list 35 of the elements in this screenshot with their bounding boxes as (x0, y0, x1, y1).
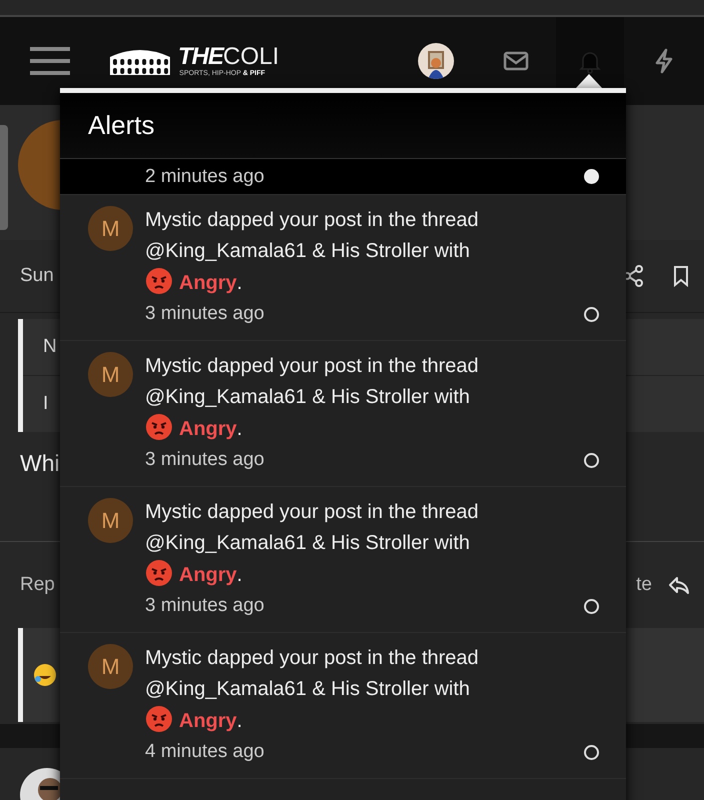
alert-message[interactable]: Mystic dapped your post in the thread @King_Kamala61 & His Stroller with Angry. (145, 497, 490, 591)
action-link[interactable]: te (636, 574, 652, 596)
logo-word[interactable]: COLI (223, 44, 280, 70)
alert-time: 3 minutes ago (145, 302, 264, 326)
user-avatar[interactable]: M (88, 206, 133, 251)
menu-icon[interactable] (30, 45, 70, 77)
alerts-title: Alerts (88, 110, 154, 141)
quote-text: I (43, 393, 48, 415)
alert-message[interactable]: Mystic dapped your post in the thread @King_Kamala61 & His Stroller with Angry. (145, 351, 490, 445)
laughing-face-icon (33, 663, 57, 687)
user-avatar[interactable]: M (88, 644, 133, 689)
alert-time: 2 minutes ago (145, 164, 264, 188)
alert-time: 3 minutes ago (145, 448, 264, 472)
angry-face-icon (145, 705, 173, 733)
read-status-dot[interactable] (584, 452, 599, 468)
logo-word[interactable]: THE (178, 44, 223, 70)
alert-message[interactable]: Mystic dapped your post in the thread @King_Kamala61 & His Stroller with Angry. (145, 643, 490, 737)
scrollbar[interactable] (0, 125, 8, 230)
post-text: Whi (20, 450, 60, 476)
alert-time: 3 minutes ago (145, 594, 264, 618)
read-status-dot[interactable] (584, 306, 599, 322)
post-date: Sun (20, 265, 54, 287)
alert-message[interactable]: Mystic dapped your post in the thread @King_Kamala61 & His Stroller with Angry. (145, 205, 490, 299)
alert-time: 4 minutes ago (145, 740, 264, 764)
angry-face-icon (145, 559, 173, 587)
angry-face-icon (145, 267, 173, 295)
read-status-dot[interactable] (584, 169, 599, 184)
reply-icon[interactable] (668, 574, 690, 596)
quote-text: N (43, 336, 57, 358)
reply-link[interactable]: Rep (20, 574, 55, 596)
user-avatar[interactable]: M (88, 352, 133, 397)
user-avatar[interactable]: M (88, 498, 133, 543)
angry-face-icon (145, 413, 173, 441)
read-status-dot[interactable] (584, 744, 599, 760)
read-status-dot[interactable] (584, 598, 599, 614)
